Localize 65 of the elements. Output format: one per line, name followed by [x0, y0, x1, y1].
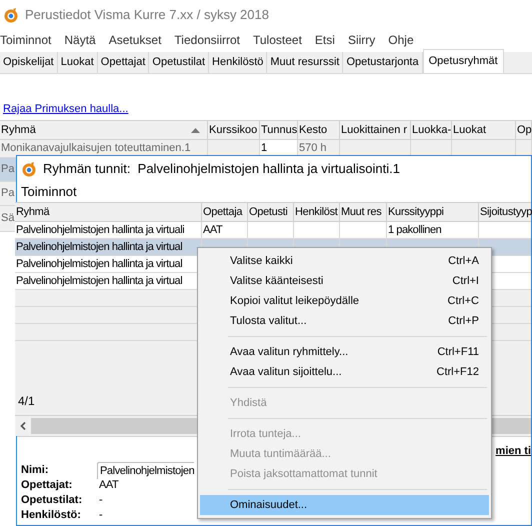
- column-header[interactable]: Ryhmä: [15, 203, 202, 221]
- dialog-title: Ryhmän tunnit: Palvelinohjelmistojen hallinta ja virtualisointi.1: [43, 160, 400, 178]
- menu-item[interactable]: Siirry: [348, 31, 376, 49]
- menu-item[interactable]: Avaa valitun sijoittelu... Ctrl+F12: [200, 362, 489, 382]
- menu-item[interactable]: Toiminnot: [21, 182, 77, 202]
- menu-item[interactable]: Avaa valitun ryhmittely... Ctrl+F11: [200, 342, 489, 362]
- table-cell-text: Pa: [1, 162, 14, 178]
- field-value: -: [98, 493, 102, 508]
- tab[interactable]: Opetusryhmät: [422, 49, 504, 73]
- field-value: Palvelinohjelmistojen: [97, 462, 194, 480]
- column-header[interactable]: Opetusti: [248, 203, 294, 221]
- menu-item[interactable]: Tiedonsiirrot: [174, 31, 240, 49]
- table-cell-text: 1: [261, 141, 268, 156]
- menu-item[interactable]: Kopioi valitut leikepöydälle Ctrl+C: [200, 291, 489, 311]
- menu-item[interactable]: Tulosta valitut... Ctrl+P: [200, 311, 489, 331]
- column-header[interactable]: Ryhmä: [0, 121, 208, 139]
- app-logo-icon: [3, 7, 19, 23]
- menu-item[interactable]: Etsi: [314, 31, 335, 49]
- shortcut-label: Ctrl+F11: [437, 344, 479, 360]
- menu-item[interactable]: Tulosteet: [253, 31, 302, 49]
- field-label: Nimi:: [21, 463, 50, 478]
- column-header[interactable]: Kesto: [298, 121, 340, 139]
- column-header[interactable]: Tunnus: [260, 121, 298, 139]
- filter-link[interactable]: Rajaa Primuksen haulla...: [3, 103, 128, 115]
- details-link[interactable]: mien ti: [496, 443, 531, 460]
- table-cell[interactable]: 1 pakollinen: [388, 222, 442, 238]
- window-title: Perustiedot Visma Kurre 7.xx / syksy 2018: [25, 6, 269, 24]
- menu-item[interactable]: Ohje: [388, 31, 414, 49]
- column-header[interactable]: Kurssikoo: [208, 121, 260, 139]
- column-header[interactable]: Op: [516, 121, 532, 139]
- field-label: Henkilöstö:: [21, 508, 82, 524]
- shortcut-label: Ctrl+I: [452, 274, 479, 289]
- table-cell[interactable]: Palvelinohjelmistojen hallinta ja virtual: [16, 256, 182, 272]
- table-cell-text: 570 h: [299, 141, 327, 156]
- menu-item[interactable]: Näytä: [64, 31, 96, 49]
- shortcut-label: Ctrl+P: [448, 314, 479, 329]
- menu-item[interactable]: Valitse käänteisesti Ctrl+I: [200, 271, 489, 291]
- app-logo-icon: [21, 161, 37, 177]
- menu-item[interactable]: Valitse kaikki Ctrl+A: [200, 251, 489, 271]
- field-label: Opettajat:: [21, 478, 74, 494]
- menu-item[interactable]: Ominaisuudet...: [200, 495, 489, 515]
- column-header[interactable]: Luokittainen r: [340, 121, 411, 139]
- shortcut-label: Ctrl+A: [448, 254, 479, 269]
- field-value: AAT: [98, 478, 118, 494]
- shortcut-label: Ctrl+F12: [436, 364, 479, 380]
- table-cell[interactable]: Palvelinohjelmistojen hallinta ja virtual: [16, 272, 182, 290]
- chevron-left-icon: [20, 422, 26, 430]
- column-header[interactable]: Kurssityyppi: [387, 203, 479, 221]
- column-header[interactable]: Opettaja: [202, 203, 248, 221]
- column-header[interactable]: Luokka-: [411, 121, 452, 139]
- table-cell[interactable]: AAT: [203, 222, 222, 238]
- sort-ascending-icon: [191, 128, 200, 132]
- column-header[interactable]: Henkilöst: [294, 203, 340, 221]
- column-header[interactable]: Muut res: [340, 203, 387, 221]
- menu-item[interactable]: Toiminnot: [0, 31, 52, 49]
- table-cell[interactable]: Palvelinohjelmistojen hallinta ja virtuali: [16, 222, 184, 238]
- menu-item[interactable]: Asetukset: [108, 31, 162, 49]
- record-counter: 4/1: [18, 392, 35, 410]
- shortcut-label: Ctrl+C: [448, 294, 479, 309]
- table-cell-text: Sä: [1, 211, 14, 226]
- table-cell-text: Pa: [1, 186, 14, 202]
- table-cell-text: Monikanavajulkaisujen toteuttaminen.1: [1, 141, 191, 156]
- column-header[interactable]: Luokat: [452, 121, 516, 139]
- field-value: -: [98, 508, 102, 524]
- field-label: Opetustilat:: [21, 493, 84, 508]
